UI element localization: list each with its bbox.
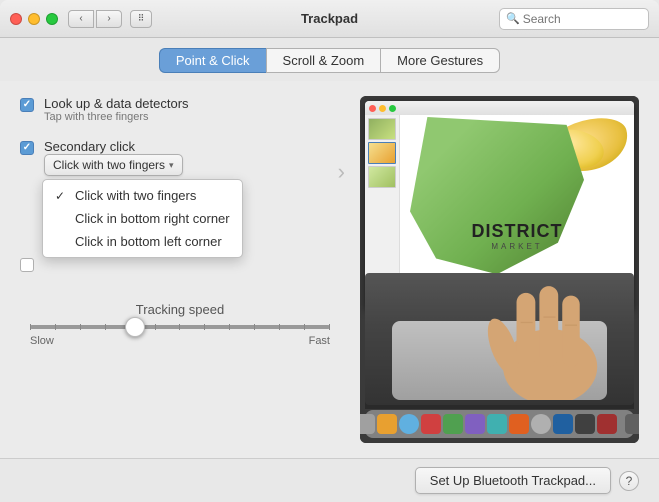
tap-click-checkbox[interactable]: [20, 258, 34, 272]
search-input[interactable]: [523, 12, 642, 26]
search-icon: 🔍: [506, 12, 520, 25]
nav-buttons: ‹ ›: [68, 10, 122, 28]
hand-icon: [456, 273, 617, 400]
slider-labels: Slow Fast: [30, 335, 330, 347]
tracking-section: Tracking speed: [20, 302, 340, 347]
secondary-click-checkbox[interactable]: ✓: [20, 141, 34, 155]
main-content: ✓ Look up & data detectors Tap with thre…: [0, 81, 659, 453]
dock-icon-9: [509, 414, 529, 434]
search-box[interactable]: 🔍: [499, 8, 649, 30]
grid-icon: ⠿: [138, 13, 145, 24]
dock-bar: [365, 410, 634, 438]
pres-close: [369, 105, 376, 112]
dock-icon-12: [575, 414, 595, 434]
dropdown-item-bottom-right[interactable]: Click in bottom right corner: [43, 207, 242, 230]
lookup-subtitle: Tap with three fingers: [44, 111, 189, 123]
secondary-click-title: Secondary click: [44, 139, 183, 154]
setup-bluetooth-button[interactable]: Set Up Bluetooth Trackpad...: [415, 467, 611, 494]
dropdown-label: Click with two fingers: [53, 158, 165, 172]
tracking-label: Tracking speed: [20, 302, 340, 317]
fast-label: Fast: [309, 335, 330, 347]
tab-point-click[interactable]: Point & Click: [159, 48, 266, 73]
slow-label: Slow: [30, 335, 54, 347]
dock-icon-10: [531, 414, 551, 434]
slider-thumb[interactable]: [125, 317, 145, 337]
tab-more-gestures[interactable]: More Gestures: [380, 48, 500, 73]
dropdown-menu: ✓ Click with two fingers Click in bottom…: [42, 179, 243, 258]
secondary-click-row: ✓ Secondary click Click with two fingers…: [20, 139, 340, 176]
right-panel: DISTRICT MARKET command command: [360, 96, 639, 443]
check-icon: ✓: [23, 100, 31, 110]
pres-min: [379, 105, 386, 112]
preview-mac: DISTRICT MARKET command command: [360, 96, 639, 443]
grid-button[interactable]: ⠿: [130, 10, 152, 28]
dock-icon-7: [465, 414, 485, 434]
bottom-bar: Set Up Bluetooth Trackpad... ?: [0, 458, 659, 502]
titlebar: ‹ › ⠿ Trackpad 🔍: [0, 0, 659, 38]
slider-container: Slow Fast: [30, 325, 330, 347]
traffic-lights: [10, 13, 58, 25]
arrow-right-icon: ›: [338, 159, 345, 185]
slide-thumb-1: [368, 118, 396, 140]
slide-thumb-3: [368, 166, 396, 188]
tab-bar: Point & Click Scroll & Zoom More Gesture…: [0, 38, 659, 81]
dock-icon-6: [443, 414, 463, 434]
dropdown-item-two-fingers[interactable]: ✓ Click with two fingers: [43, 184, 242, 207]
dock-icon-13: [597, 414, 617, 434]
left-panel: ✓ Look up & data detectors Tap with thre…: [20, 96, 340, 443]
chevron-down-icon: ▾: [169, 160, 174, 171]
district-text: DISTRICT MARKET: [472, 221, 563, 251]
forward-button[interactable]: ›: [96, 10, 122, 28]
minimize-button[interactable]: [28, 13, 40, 25]
pres-titlebar: [365, 101, 634, 115]
check-icon-3: ✓: [55, 189, 69, 203]
secondary-click-dropdown[interactable]: Click with two fingers ▾: [44, 154, 183, 176]
secondary-click-text: Secondary click Click with two fingers ▾…: [44, 139, 183, 176]
close-button[interactable]: [10, 13, 22, 25]
district-title-label: DISTRICT: [472, 221, 563, 242]
dock-icon-8: [487, 414, 507, 434]
dock-icon-11: [553, 414, 573, 434]
dock-icon-5: [421, 414, 441, 434]
dropdown-item-bottom-left[interactable]: Click in bottom left corner: [43, 230, 242, 253]
help-button[interactable]: ?: [619, 471, 639, 491]
lookup-option-row: ✓ Look up & data detectors Tap with thre…: [20, 96, 340, 123]
tab-scroll-zoom[interactable]: Scroll & Zoom: [266, 48, 381, 73]
trackpad-device: [392, 321, 607, 400]
trackpad-area: [365, 273, 634, 405]
lookup-option-text: Look up & data detectors Tap with three …: [44, 96, 189, 123]
lookup-title: Look up & data detectors: [44, 96, 189, 111]
slider-track: [30, 325, 330, 329]
tap-click-row: [20, 256, 340, 272]
dock-icon-14: [625, 414, 640, 434]
back-button[interactable]: ‹: [68, 10, 94, 28]
check-icon-2: ✓: [23, 143, 31, 153]
window-title: Trackpad: [301, 11, 358, 26]
dock-icon-2: [360, 414, 375, 434]
dock-icon-4: [399, 414, 419, 434]
maximize-button[interactable]: [46, 13, 58, 25]
district-sub-label: MARKET: [472, 242, 563, 251]
window: ‹ › ⠿ Trackpad 🔍 Point & Click Scroll & …: [0, 0, 659, 502]
slide-thumb-2: [368, 142, 396, 164]
dock-icon-3: [377, 414, 397, 434]
lookup-checkbox[interactable]: ✓: [20, 98, 34, 112]
pres-max: [389, 105, 396, 112]
